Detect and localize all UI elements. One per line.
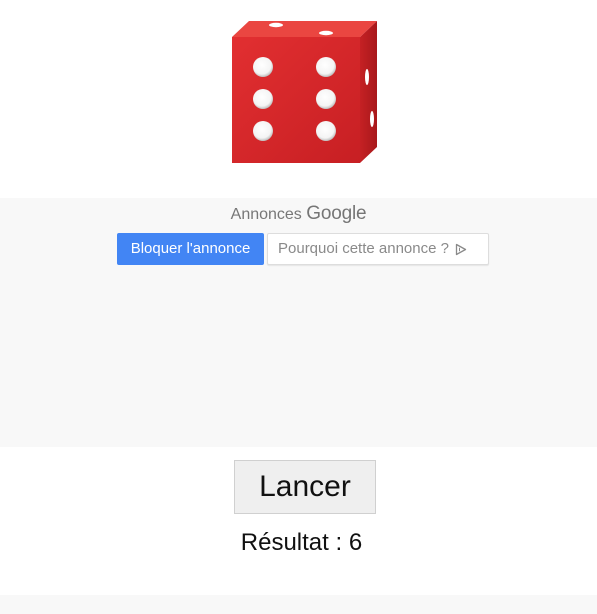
die-pip <box>316 89 336 109</box>
die-pip <box>253 121 273 141</box>
die-top-pip <box>269 22 283 28</box>
ad-header: Annonces Google <box>0 203 597 226</box>
die-pip <box>253 89 273 109</box>
die-pip <box>316 57 336 77</box>
result-text: Résultat : 6 <box>0 528 597 558</box>
die-side-face <box>360 21 377 163</box>
result-label: Résultat <box>240 529 329 556</box>
ad-label: Annonces <box>230 206 302 223</box>
ad-buttons: Bloquer l'annonce Pourquoi cette annonce… <box>117 233 489 265</box>
result-value: 6 <box>348 529 363 556</box>
google-logo-text: Google <box>306 203 367 224</box>
play-outline-icon <box>455 243 467 255</box>
die-top-pip <box>319 30 333 36</box>
die-side-pip <box>370 111 374 127</box>
page: Annonces Google Bloquer l'annonce Pourqu… <box>0 0 597 614</box>
die-top-face <box>232 21 377 37</box>
block-ad-button[interactable]: Bloquer l'annonce <box>117 233 264 265</box>
roll-button[interactable]: Lancer <box>234 460 376 514</box>
die-side-pip <box>365 69 369 85</box>
result-separator: : <box>328 529 349 556</box>
die-pip <box>253 57 273 77</box>
die-graphic <box>232 21 377 163</box>
die-image <box>230 19 380 165</box>
why-this-ad-button[interactable]: Pourquoi cette annonce ? <box>267 233 489 265</box>
ad-container: Annonces Google Bloquer l'annonce Pourqu… <box>0 198 597 447</box>
die-front-face <box>232 37 360 163</box>
bottom-ad-strip <box>0 595 597 614</box>
die-pip <box>316 121 336 141</box>
why-this-ad-label: Pourquoi cette annonce ? <box>278 240 449 257</box>
